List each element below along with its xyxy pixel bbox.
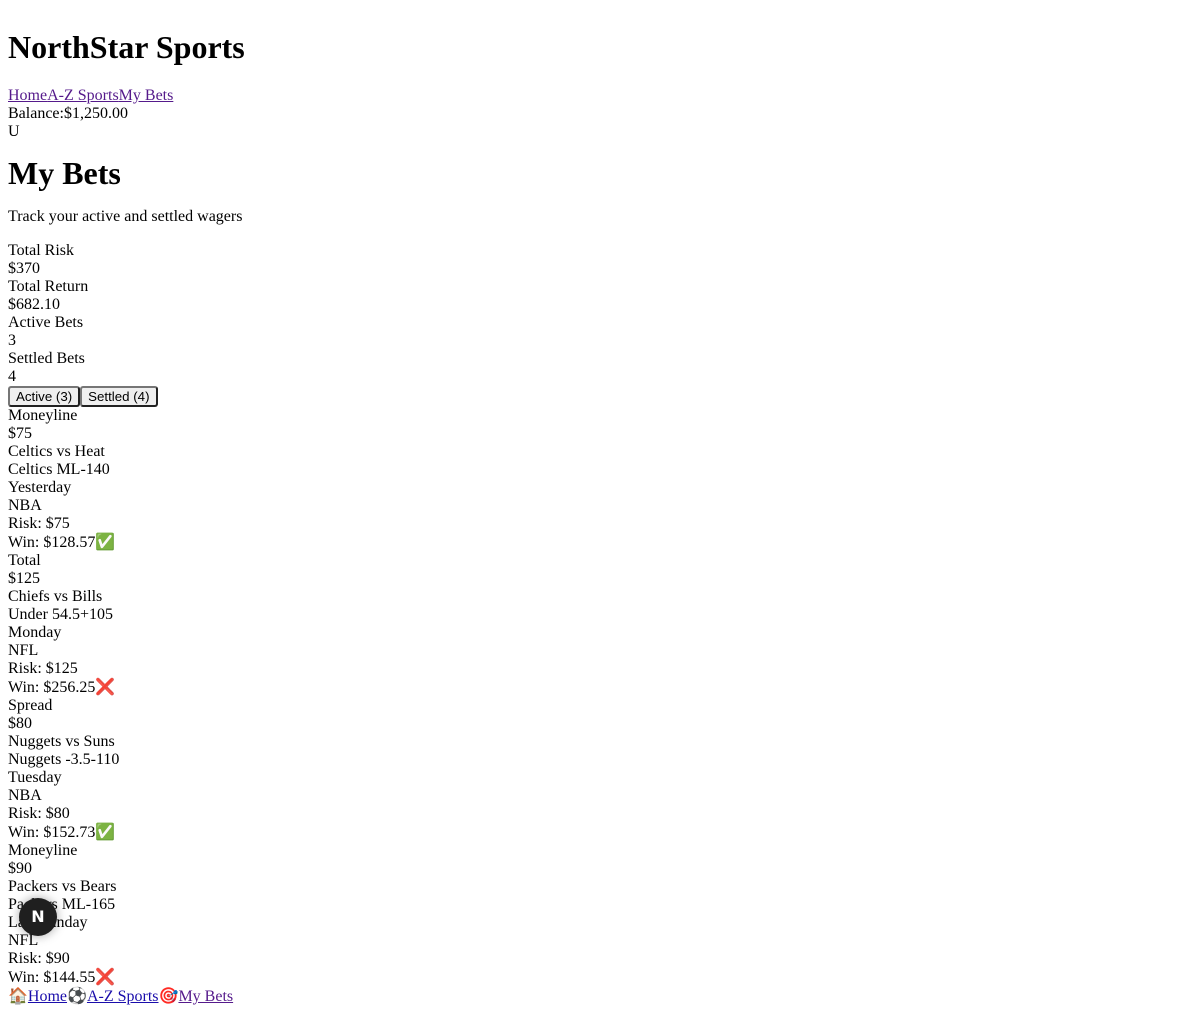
bet-time: Yesterday — [8, 479, 72, 496]
home-icon: 🏠 — [8, 986, 28, 1005]
bet-win: Win: $256.25 — [8, 679, 96, 696]
cross-mark-icon: ❌ — [95, 967, 116, 986]
bet-league: NBA — [8, 497, 42, 514]
floating-action-button[interactable]: N — [19, 898, 57, 936]
tab-active[interactable]: Active (3) — [8, 386, 81, 407]
bet-type: Moneyline — [8, 842, 78, 859]
bet-time: Tuesday — [8, 769, 62, 786]
bet-win-row: Win: $152.73✅ — [8, 823, 1192, 842]
bet-win-row: Win: $128.57✅ — [8, 533, 1192, 552]
bet-type: Moneyline — [8, 407, 78, 424]
bet-stake: $80 — [8, 715, 32, 732]
bet-time: Last Sunday — [8, 914, 88, 931]
balance: Balance:$1,250.00 — [8, 105, 1192, 123]
bet-tabs: Active (3) Settled (4) — [8, 386, 1192, 407]
bet-card[interactable]: Spread $80 Nuggets vs Suns Nuggets -3.5-… — [8, 697, 1192, 842]
check-mark-icon: ✅ — [95, 532, 116, 551]
bet-win: Win: $152.73 — [8, 824, 96, 841]
bet-stake: $125 — [8, 570, 40, 587]
bet-matchup: Chiefs vs Bills — [8, 588, 103, 605]
bet-matchup: Nuggets vs Suns — [8, 733, 115, 750]
bet-win: Win: $128.57 — [8, 534, 96, 551]
bet-stake: $90 — [8, 860, 32, 877]
nav-link-az-sports[interactable]: A-Z Sports — [47, 87, 119, 104]
bet-selection: Under 54.5+105 — [8, 606, 114, 623]
check-mark-icon: ✅ — [95, 822, 116, 841]
bet-risk: Risk: $80 — [8, 805, 70, 822]
nav-link-my-bets[interactable]: My Bets — [119, 87, 174, 104]
stat-value-settled-bets: 4 — [8, 368, 16, 385]
balance-value: $1,250.00 — [63, 105, 128, 122]
bet-matchup: Celtics vs Heat — [8, 443, 105, 460]
bet-risk: Risk: $125 — [8, 660, 78, 677]
nav-link-home[interactable]: Home — [8, 87, 47, 104]
bet-stake: $75 — [8, 425, 32, 442]
avatar[interactable]: U — [8, 123, 1192, 141]
page-subtitle: Track your active and settled wagers — [8, 208, 243, 225]
page: NorthStar Sports HomeA-Z SportsMy Bets B… — [0, 0, 1200, 1006]
soccer-ball-icon: ⚽ — [67, 986, 87, 1005]
page-title: My Bets — [8, 155, 121, 191]
bet-league: NFL — [8, 932, 39, 949]
stat-label-active-bets: Active Bets — [8, 314, 84, 331]
bet-league: NBA — [8, 787, 42, 804]
bet-win: Win: $144.55 — [8, 969, 96, 986]
bet-selection: Packers ML-165 — [8, 896, 116, 913]
brand-title: NorthStar Sports — [8, 29, 245, 65]
bottom-nav-home[interactable]: Home — [28, 988, 67, 1005]
stat-label-total-risk: Total Risk — [8, 242, 74, 259]
bet-card[interactable]: Total $125 Chiefs vs Bills Under 54.5+10… — [8, 552, 1192, 697]
bet-matchup: Packers vs Bears — [8, 878, 117, 895]
balance-label: Balance: — [8, 105, 64, 122]
bet-type: Total — [8, 552, 41, 569]
bet-card[interactable]: Moneyline $75 Celtics vs Heat Celtics ML… — [8, 407, 1192, 552]
bottom-nav-az-sports[interactable]: A-Z Sports — [87, 988, 159, 1005]
bottom-nav: 🏠Home⚽A-Z Sports🎯My Bets — [8, 987, 1192, 1006]
stats-summary: Total Risk $370 Total Return $682.10 Act… — [8, 242, 1192, 386]
bet-selection: Celtics ML-140 — [8, 461, 110, 478]
bet-win-row: Win: $144.55❌ — [8, 968, 1192, 987]
stat-label-total-return: Total Return — [8, 278, 89, 295]
tab-settled[interactable]: Settled (4) — [80, 386, 158, 407]
stat-label-settled-bets: Settled Bets — [8, 350, 85, 367]
stat-value-active-bets: 3 — [8, 332, 16, 349]
bet-list: Moneyline $75 Celtics vs Heat Celtics ML… — [8, 407, 1192, 987]
bet-selection: Nuggets -3.5-110 — [8, 751, 120, 768]
stat-value-total-risk: $370 — [8, 260, 40, 277]
bet-risk: Risk: $90 — [8, 950, 70, 967]
bet-time: Monday — [8, 624, 62, 641]
bet-win-row: Win: $256.25❌ — [8, 678, 1192, 697]
stat-value-total-return: $682.10 — [8, 296, 60, 313]
bet-league: NFL — [8, 642, 39, 659]
cross-mark-icon: ❌ — [95, 677, 116, 696]
bet-card[interactable]: Moneyline $90 Packers vs Bears Packers M… — [8, 842, 1192, 987]
bet-risk: Risk: $75 — [8, 515, 70, 532]
bet-type: Spread — [8, 697, 53, 714]
target-icon: 🎯 — [158, 986, 179, 1005]
top-nav: HomeA-Z SportsMy Bets — [8, 87, 1192, 105]
bottom-nav-my-bets[interactable]: My Bets — [178, 988, 233, 1005]
